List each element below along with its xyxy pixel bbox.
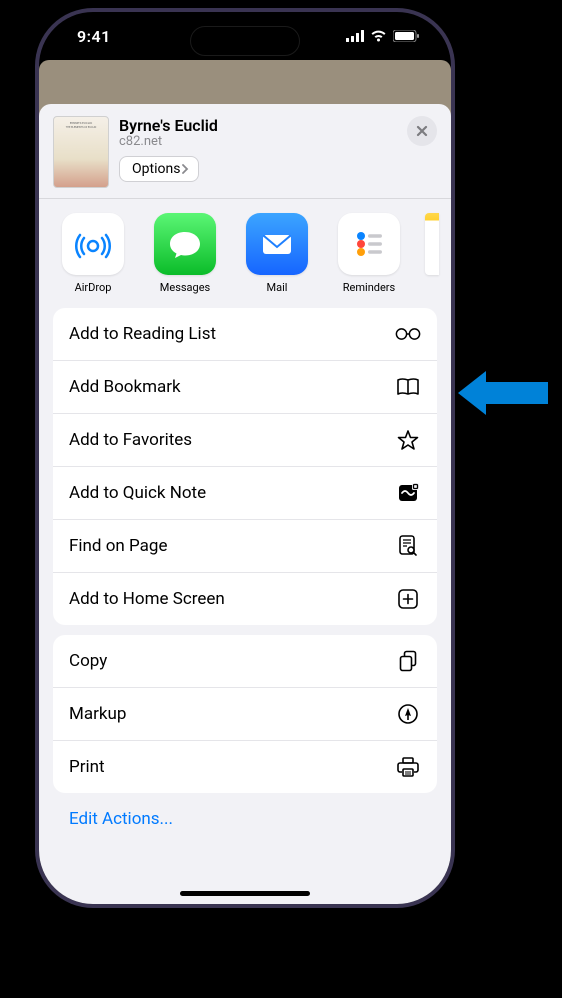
share-label: Messages [160,281,210,294]
print-icon [395,755,421,779]
actions-group-primary: Add to Reading List Add Bookmark Add to … [53,308,437,625]
chevron-right-icon [182,164,189,174]
action-label: Add Bookmark [69,377,181,397]
dynamic-island [190,26,300,56]
markup-icon [395,702,421,726]
edit-actions-link[interactable]: Edit Actions... [39,803,451,849]
airdrop-icon [62,213,124,275]
book-icon [395,375,421,399]
close-icon [416,125,428,137]
glasses-icon [395,322,421,346]
action-label: Markup [69,704,126,724]
phone-frame: 9:41 BYRNE'S EUCLID THE ELEMENTS OF EUCL… [35,8,455,908]
share-sheet: BYRNE'S EUCLID THE ELEMENTS OF EUCLID By… [39,104,451,904]
copy-icon [395,649,421,673]
messages-icon [154,213,216,275]
status-icons [346,30,419,42]
action-label: Add to Quick Note [69,483,206,503]
share-messages[interactable]: Messages [149,213,221,294]
action-home-screen[interactable]: Add to Home Screen [53,573,437,625]
status-time: 9:41 [77,27,111,46]
wifi-icon [370,30,387,42]
action-reading-list[interactable]: Add to Reading List [53,308,437,361]
battery-icon [393,30,419,42]
phone-screen: 9:41 BYRNE'S EUCLID THE ELEMENTS OF EUCL… [39,12,451,904]
page-thumbnail: BYRNE'S EUCLID THE ELEMENTS OF EUCLID [53,116,109,188]
share-apps-row[interactable]: AirDrop Messages Mail [39,199,451,308]
sheet-header: BYRNE'S EUCLID THE ELEMENTS OF EUCLID By… [39,104,451,199]
page-url: c82.net [119,134,397,149]
mail-icon [246,213,308,275]
share-airdrop[interactable]: AirDrop [57,213,129,294]
options-label: Options [132,161,180,177]
action-copy[interactable]: Copy [53,635,437,688]
find-icon [395,534,421,558]
header-info: Byrne's Euclid c82.net Options [119,116,397,182]
options-button[interactable]: Options [119,156,199,182]
action-find[interactable]: Find on Page [53,520,437,573]
action-markup[interactable]: Markup [53,688,437,741]
annotation-arrow [458,371,548,415]
share-label: Reminders [343,281,395,294]
action-quick-note[interactable]: Add to Quick Note [53,467,437,520]
action-label: Find on Page [69,536,167,556]
action-label: Copy [69,651,107,671]
action-label: Add to Reading List [69,324,216,344]
action-label: Print [69,757,105,777]
close-button[interactable] [407,116,437,146]
reminders-icon [338,213,400,275]
plus-box-icon [395,587,421,611]
star-icon [395,428,421,452]
home-indicator[interactable] [180,891,310,896]
action-bookmark[interactable]: Add Bookmark [53,361,437,414]
action-favorites[interactable]: Add to Favorites [53,414,437,467]
share-mail[interactable]: Mail [241,213,313,294]
quicknote-icon [395,481,421,505]
share-label: Mail [267,281,288,294]
share-notes-partial[interactable] [425,213,439,275]
share-label: AirDrop [75,281,112,294]
action-label: Add to Home Screen [69,589,225,609]
page-title: Byrne's Euclid [119,116,397,135]
cellular-icon [346,30,364,42]
action-label: Add to Favorites [69,430,192,450]
share-reminders[interactable]: Reminders [333,213,405,294]
action-print[interactable]: Print [53,741,437,793]
actions-group-secondary: Copy Markup Print [53,635,437,793]
